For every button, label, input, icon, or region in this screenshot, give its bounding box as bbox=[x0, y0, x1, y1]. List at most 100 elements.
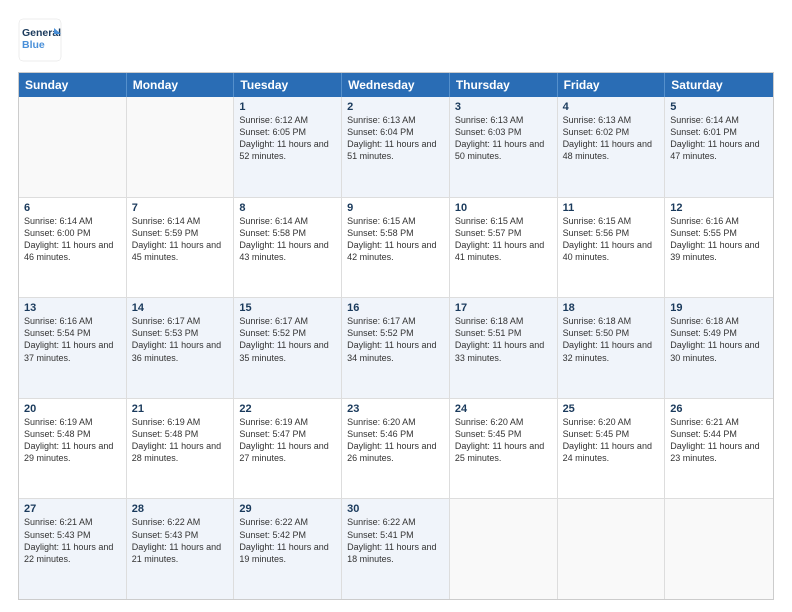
sunrise-text: Sunrise: 6:22 AM bbox=[347, 516, 444, 528]
sunrise-text: Sunrise: 6:14 AM bbox=[132, 215, 229, 227]
sunrise-text: Sunrise: 6:17 AM bbox=[239, 315, 336, 327]
sunset-text: Sunset: 6:03 PM bbox=[455, 126, 552, 138]
day-number: 27 bbox=[24, 503, 121, 515]
cal-cell-r2c1: 14Sunrise: 6:17 AMSunset: 5:53 PMDayligh… bbox=[127, 298, 235, 398]
daylight-text: Daylight: 11 hours and 37 minutes. bbox=[24, 339, 121, 363]
day-number: 29 bbox=[239, 503, 336, 515]
sunset-text: Sunset: 5:46 PM bbox=[347, 428, 444, 440]
sunset-text: Sunset: 6:01 PM bbox=[670, 126, 768, 138]
daylight-text: Daylight: 11 hours and 32 minutes. bbox=[563, 339, 660, 363]
cal-cell-r4c6 bbox=[665, 499, 773, 599]
day-number: 23 bbox=[347, 403, 444, 415]
sunrise-text: Sunrise: 6:20 AM bbox=[347, 416, 444, 428]
sunrise-text: Sunrise: 6:22 AM bbox=[132, 516, 229, 528]
sunrise-text: Sunrise: 6:15 AM bbox=[455, 215, 552, 227]
day-number: 7 bbox=[132, 202, 229, 214]
day-number: 20 bbox=[24, 403, 121, 415]
cal-cell-r0c5: 4Sunrise: 6:13 AMSunset: 6:02 PMDaylight… bbox=[558, 97, 666, 197]
day-number: 19 bbox=[670, 302, 768, 314]
cal-cell-r1c6: 12Sunrise: 6:16 AMSunset: 5:55 PMDayligh… bbox=[665, 198, 773, 298]
sunset-text: Sunset: 6:02 PM bbox=[563, 126, 660, 138]
calendar-row-4: 27Sunrise: 6:21 AMSunset: 5:43 PMDayligh… bbox=[19, 498, 773, 599]
sunset-text: Sunset: 5:45 PM bbox=[563, 428, 660, 440]
cal-header-friday: Friday bbox=[558, 73, 666, 97]
cal-cell-r1c3: 9Sunrise: 6:15 AMSunset: 5:58 PMDaylight… bbox=[342, 198, 450, 298]
day-number: 4 bbox=[563, 101, 660, 113]
day-number: 2 bbox=[347, 101, 444, 113]
sunset-text: Sunset: 5:51 PM bbox=[455, 327, 552, 339]
daylight-text: Daylight: 11 hours and 28 minutes. bbox=[132, 440, 229, 464]
day-number: 18 bbox=[563, 302, 660, 314]
cal-cell-r2c3: 16Sunrise: 6:17 AMSunset: 5:52 PMDayligh… bbox=[342, 298, 450, 398]
day-number: 9 bbox=[347, 202, 444, 214]
sunrise-text: Sunrise: 6:19 AM bbox=[239, 416, 336, 428]
sunset-text: Sunset: 5:49 PM bbox=[670, 327, 768, 339]
cal-header-thursday: Thursday bbox=[450, 73, 558, 97]
sunrise-text: Sunrise: 6:17 AM bbox=[132, 315, 229, 327]
daylight-text: Daylight: 11 hours and 52 minutes. bbox=[239, 138, 336, 162]
cal-cell-r0c6: 5Sunrise: 6:14 AMSunset: 6:01 PMDaylight… bbox=[665, 97, 773, 197]
daylight-text: Daylight: 11 hours and 46 minutes. bbox=[24, 239, 121, 263]
daylight-text: Daylight: 11 hours and 18 minutes. bbox=[347, 541, 444, 565]
daylight-text: Daylight: 11 hours and 39 minutes. bbox=[670, 239, 768, 263]
sunset-text: Sunset: 5:53 PM bbox=[132, 327, 229, 339]
cal-cell-r0c3: 2Sunrise: 6:13 AMSunset: 6:04 PMDaylight… bbox=[342, 97, 450, 197]
sunrise-text: Sunrise: 6:19 AM bbox=[132, 416, 229, 428]
cal-cell-r1c1: 7Sunrise: 6:14 AMSunset: 5:59 PMDaylight… bbox=[127, 198, 235, 298]
cal-cell-r1c0: 6Sunrise: 6:14 AMSunset: 6:00 PMDaylight… bbox=[19, 198, 127, 298]
sunset-text: Sunset: 5:47 PM bbox=[239, 428, 336, 440]
day-number: 3 bbox=[455, 101, 552, 113]
cal-cell-r4c2: 29Sunrise: 6:22 AMSunset: 5:42 PMDayligh… bbox=[234, 499, 342, 599]
cal-cell-r4c0: 27Sunrise: 6:21 AMSunset: 5:43 PMDayligh… bbox=[19, 499, 127, 599]
daylight-text: Daylight: 11 hours and 27 minutes. bbox=[239, 440, 336, 464]
sunset-text: Sunset: 5:55 PM bbox=[670, 227, 768, 239]
sunrise-text: Sunrise: 6:18 AM bbox=[455, 315, 552, 327]
calendar-row-3: 20Sunrise: 6:19 AMSunset: 5:48 PMDayligh… bbox=[19, 398, 773, 499]
daylight-text: Daylight: 11 hours and 47 minutes. bbox=[670, 138, 768, 162]
cal-cell-r3c1: 21Sunrise: 6:19 AMSunset: 5:48 PMDayligh… bbox=[127, 399, 235, 499]
day-number: 13 bbox=[24, 302, 121, 314]
cal-cell-r2c5: 18Sunrise: 6:18 AMSunset: 5:50 PMDayligh… bbox=[558, 298, 666, 398]
cal-cell-r0c1 bbox=[127, 97, 235, 197]
day-number: 8 bbox=[239, 202, 336, 214]
cal-cell-r0c0 bbox=[19, 97, 127, 197]
cal-cell-r4c5 bbox=[558, 499, 666, 599]
daylight-text: Daylight: 11 hours and 43 minutes. bbox=[239, 239, 336, 263]
cal-cell-r1c2: 8Sunrise: 6:14 AMSunset: 5:58 PMDaylight… bbox=[234, 198, 342, 298]
cal-header-wednesday: Wednesday bbox=[342, 73, 450, 97]
sunset-text: Sunset: 5:48 PM bbox=[132, 428, 229, 440]
sunrise-text: Sunrise: 6:16 AM bbox=[24, 315, 121, 327]
sunset-text: Sunset: 5:44 PM bbox=[670, 428, 768, 440]
daylight-text: Daylight: 11 hours and 42 minutes. bbox=[347, 239, 444, 263]
sunrise-text: Sunrise: 6:21 AM bbox=[670, 416, 768, 428]
sunset-text: Sunset: 5:42 PM bbox=[239, 529, 336, 541]
day-number: 17 bbox=[455, 302, 552, 314]
daylight-text: Daylight: 11 hours and 36 minutes. bbox=[132, 339, 229, 363]
cal-cell-r4c3: 30Sunrise: 6:22 AMSunset: 5:41 PMDayligh… bbox=[342, 499, 450, 599]
calendar-header: SundayMondayTuesdayWednesdayThursdayFrid… bbox=[19, 73, 773, 97]
daylight-text: Daylight: 11 hours and 33 minutes. bbox=[455, 339, 552, 363]
sunrise-text: Sunrise: 6:17 AM bbox=[347, 315, 444, 327]
sunrise-text: Sunrise: 6:14 AM bbox=[239, 215, 336, 227]
cal-cell-r4c4 bbox=[450, 499, 558, 599]
cal-cell-r3c2: 22Sunrise: 6:19 AMSunset: 5:47 PMDayligh… bbox=[234, 399, 342, 499]
daylight-text: Daylight: 11 hours and 45 minutes. bbox=[132, 239, 229, 263]
sunset-text: Sunset: 5:48 PM bbox=[24, 428, 121, 440]
daylight-text: Daylight: 11 hours and 21 minutes. bbox=[132, 541, 229, 565]
day-number: 10 bbox=[455, 202, 552, 214]
cal-cell-r2c4: 17Sunrise: 6:18 AMSunset: 5:51 PMDayligh… bbox=[450, 298, 558, 398]
sunrise-text: Sunrise: 6:12 AM bbox=[239, 114, 336, 126]
day-number: 16 bbox=[347, 302, 444, 314]
sunrise-text: Sunrise: 6:13 AM bbox=[455, 114, 552, 126]
sunset-text: Sunset: 5:54 PM bbox=[24, 327, 121, 339]
sunset-text: Sunset: 6:04 PM bbox=[347, 126, 444, 138]
sunset-text: Sunset: 5:45 PM bbox=[455, 428, 552, 440]
sunrise-text: Sunrise: 6:13 AM bbox=[563, 114, 660, 126]
day-number: 24 bbox=[455, 403, 552, 415]
daylight-text: Daylight: 11 hours and 40 minutes. bbox=[563, 239, 660, 263]
calendar-row-1: 6Sunrise: 6:14 AMSunset: 6:00 PMDaylight… bbox=[19, 197, 773, 298]
day-number: 1 bbox=[239, 101, 336, 113]
cal-cell-r2c6: 19Sunrise: 6:18 AMSunset: 5:49 PMDayligh… bbox=[665, 298, 773, 398]
calendar-body: 1Sunrise: 6:12 AMSunset: 6:05 PMDaylight… bbox=[19, 97, 773, 599]
day-number: 30 bbox=[347, 503, 444, 515]
